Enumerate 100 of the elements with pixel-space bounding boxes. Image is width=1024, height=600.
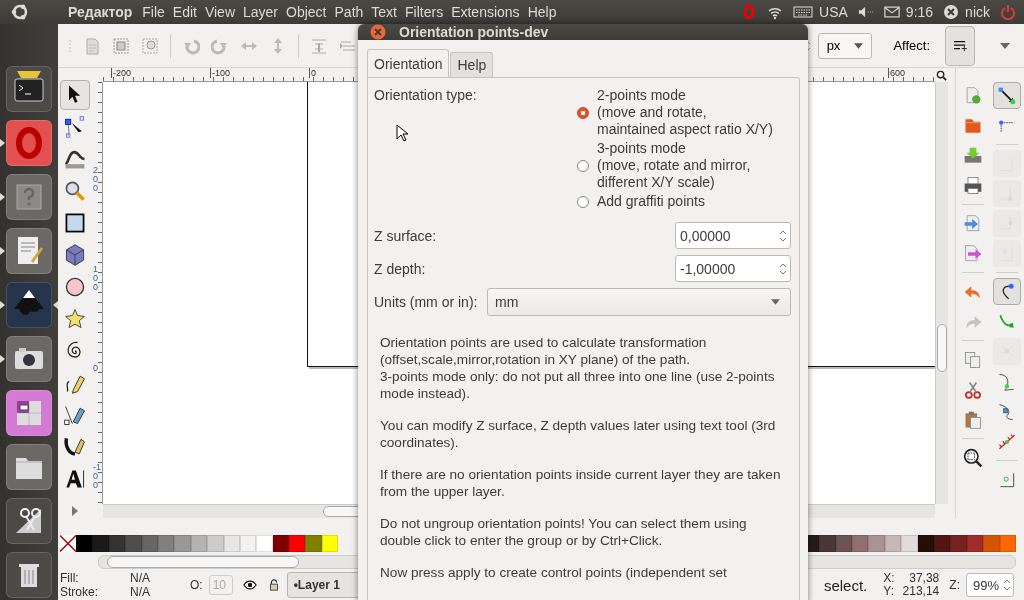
envelope-icon[interactable] (883, 4, 900, 20)
tab[interactable]: Help (450, 52, 494, 77)
star-icon (63, 307, 87, 331)
clock[interactable]: 9:16 (905, 4, 934, 20)
user-status-icon[interactable] (943, 4, 960, 20)
ruler-label: -200 (111, 68, 131, 78)
ubuntu-logo-icon[interactable] (10, 2, 30, 22)
z-depth-spinbox[interactable]: -1,00000 (675, 255, 791, 282)
eye-icon[interactable] (242, 579, 257, 591)
help-paragraph: Do not ungroup orientation points! You can select them using double click to enter the group or by Ctrl+Click. (380, 515, 748, 549)
snap-toggle-icon (997, 85, 1017, 106)
x-label: X: (883, 572, 896, 585)
fill-value: N/A (130, 571, 151, 585)
radio-label[interactable]: 3-points mode (move, rotate and mirror, different X/Y scale) (597, 140, 751, 191)
midpoint-snap-icon (997, 431, 1017, 452)
y-label: Y: (883, 585, 895, 598)
menu-item[interactable]: File (142, 4, 165, 20)
zoom-selection-icon (963, 447, 983, 468)
cube-icon (63, 243, 87, 267)
affect-toggle-button[interactable] (945, 25, 975, 66)
menu-item[interactable]: Filters (405, 4, 444, 20)
keyboard-icon[interactable] (793, 4, 814, 20)
pen-icon (63, 403, 87, 427)
ruler-label: -100 (210, 68, 230, 78)
ruler-label: -100 (93, 463, 102, 490)
color-swatch[interactable] (125, 534, 142, 552)
tab[interactable]: Orientation (367, 49, 450, 77)
menu-item[interactable]: View (204, 4, 235, 20)
rectangle-icon (63, 211, 87, 235)
zoom-spinbox[interactable]: 99% (965, 573, 1014, 597)
node-editor-icon (63, 115, 87, 139)
zoom-icon (63, 179, 87, 203)
menu-item[interactable]: Layer (243, 4, 279, 20)
unit-dropdown[interactable]: px (817, 32, 873, 59)
overflow-arrow-icon[interactable] (1000, 42, 1010, 49)
opacity-label: O: (190, 578, 203, 592)
zoom-label: Z: (949, 578, 960, 592)
menu-item[interactable]: Object (286, 4, 327, 20)
ruler-label: 100 (93, 265, 99, 292)
text-tool-icon (63, 467, 87, 491)
stroke-label: Stroke: (60, 585, 99, 599)
menu-item[interactable]: Extensions (451, 4, 520, 20)
dialog-title: Orientation points-dev (399, 24, 549, 40)
vertical-scrollbar[interactable] (935, 82, 948, 504)
clipboard-icon (963, 409, 983, 430)
no-paint-swatch[interactable] (60, 534, 76, 552)
ruler-label: 600 (887, 68, 905, 78)
speaker-icon[interactable] (857, 4, 874, 20)
menu-item[interactable]: Edit (172, 4, 197, 20)
radio-label[interactable]: 2-points mode (move and rotate, maintained aspect ratio X/Y) (597, 87, 773, 138)
expand-arrow-icon[interactable] (72, 506, 78, 516)
z-surface-label: Z surface: (374, 227, 437, 244)
menu-item[interactable]: Help (527, 4, 557, 20)
color-swatch[interactable] (76, 534, 93, 552)
stroke-value: N/A (130, 585, 151, 599)
units-dropdown[interactable]: mm (487, 288, 791, 316)
color-swatch[interactable] (983, 534, 1000, 552)
color-swatch[interactable] (305, 534, 322, 552)
ruler-label: 200 (93, 166, 99, 193)
snap-button[interactable] (993, 278, 1021, 305)
radio-button[interactable] (577, 159, 589, 172)
tool-button[interactable] (60, 80, 90, 110)
caret-icon (771, 299, 780, 305)
snap-button[interactable] (993, 82, 1021, 109)
launcher-item[interactable] (0, 282, 58, 328)
save-download-icon (963, 145, 983, 166)
color-swatch[interactable] (950, 534, 967, 552)
keyboard-layout[interactable]: USA (819, 4, 848, 20)
caret-icon (854, 42, 864, 49)
z-depth-label: Z depth: (374, 260, 426, 277)
cusp-node-snap-icon (997, 371, 1017, 392)
circle-icon (63, 275, 87, 299)
radio-label[interactable]: Add graffiti points (597, 193, 705, 210)
color-swatch[interactable] (174, 534, 191, 552)
user-name[interactable]: nick (965, 4, 990, 20)
export-icon (963, 243, 983, 264)
color-swatch[interactable] (92, 534, 109, 552)
color-swatch[interactable] (901, 534, 918, 552)
power-icon[interactable] (1000, 4, 1016, 20)
color-swatch[interactable] (207, 534, 224, 552)
color-swatch[interactable] (868, 534, 885, 552)
units-label: Units (mm or in): (374, 294, 478, 310)
color-swatch[interactable] (852, 534, 869, 552)
color-swatch[interactable] (819, 534, 836, 552)
color-swatch[interactable] (289, 534, 306, 552)
select-all-layers-icon[interactable] (141, 36, 159, 55)
radio-button[interactable] (577, 195, 589, 208)
spin-arrows-icon (1003, 577, 1011, 593)
menu-item[interactable]: Text (371, 4, 397, 20)
color-swatch[interactable] (256, 534, 273, 552)
y-coordinate: 213,14 (901, 585, 940, 598)
color-swatch[interactable] (934, 534, 951, 552)
close-icon[interactable] (370, 24, 386, 40)
menu-item[interactable]: Path (334, 4, 364, 20)
zoom-icon[interactable] (936, 70, 947, 81)
radio-button[interactable] (577, 106, 589, 119)
fill-label: Fill: (60, 571, 80, 585)
status-message: select. (823, 576, 868, 594)
duplicate-icon (963, 349, 983, 370)
z-surface-spinbox[interactable]: 0,00000 (675, 222, 791, 249)
